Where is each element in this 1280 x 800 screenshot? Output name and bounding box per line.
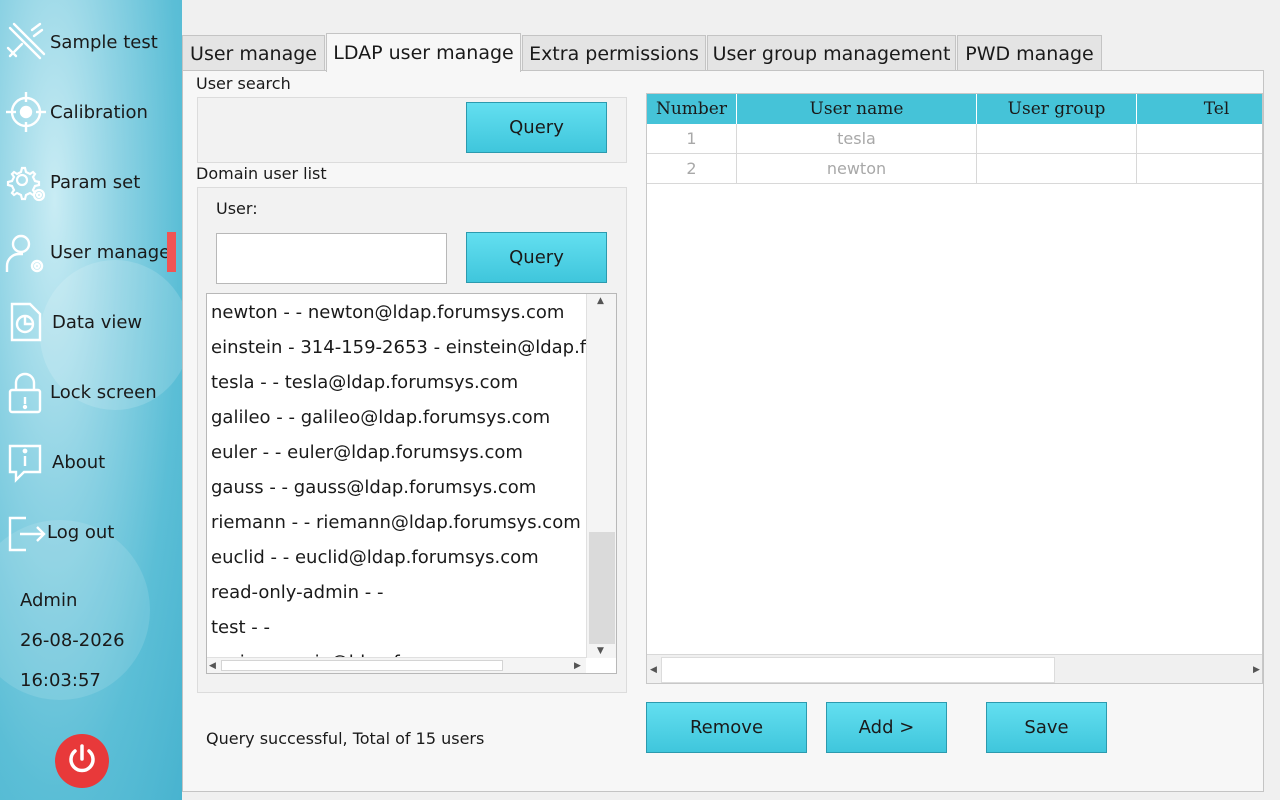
tab-pwd-manage[interactable]: PWD manage — [957, 35, 1102, 71]
crosshair-icon — [4, 90, 48, 134]
user-input[interactable] — [216, 233, 447, 284]
nav-label-param-set: Param set — [50, 171, 141, 193]
table-cell[interactable]: newton — [737, 154, 977, 184]
user-field-label: User: — [216, 199, 258, 218]
search-query-button[interactable]: Query — [466, 102, 607, 153]
table-cell[interactable] — [1137, 154, 1262, 184]
list-item[interactable]: riemann - - riemann@ldap.forumsys.com — [207, 505, 586, 540]
power-button[interactable] — [55, 734, 109, 788]
domain-user-list[interactable]: newton - - newton@ldap.forumsys.com einst… — [206, 293, 617, 674]
column-header-user-group[interactable]: User group — [977, 94, 1137, 124]
table-hscroll-thumb[interactable] — [661, 657, 1055, 683]
domain-user-list-label: Domain user list — [196, 164, 327, 183]
ldap-user-table[interactable]: Number User name User group Tel 1 tesla … — [646, 93, 1263, 684]
tab-extra-permissions[interactable]: Extra permissions — [522, 35, 706, 71]
add-button[interactable]: Add > — [826, 702, 947, 753]
nav-label-data-view: Data view — [52, 311, 143, 333]
table-scroll-left-icon[interactable]: ◀ — [650, 665, 657, 675]
document-chart-icon — [4, 300, 48, 344]
scroll-right-icon[interactable]: ▶ — [574, 661, 581, 671]
sample-test-icon — [4, 20, 48, 64]
column-header-number[interactable]: Number — [647, 94, 737, 124]
nav-item-user-manage[interactable]: User manage — [0, 222, 182, 282]
column-header-tel[interactable]: Tel — [1137, 94, 1262, 124]
nav-item-about[interactable]: About — [0, 432, 182, 492]
list-hscroll-thumb[interactable] — [221, 660, 503, 671]
list-item[interactable]: gauss - - gauss@ldap.forumsys.com — [207, 470, 586, 505]
current-date: 26-08-2026 — [20, 630, 125, 651]
list-item[interactable]: read-only-admin - - — [207, 575, 586, 610]
tab-user-manage[interactable]: User manage — [182, 35, 325, 71]
nav-item-data-view[interactable]: Data view — [0, 292, 182, 352]
scroll-down-icon[interactable]: ▼ — [597, 646, 604, 656]
gear-icon — [4, 160, 48, 204]
table-cell[interactable]: 2 — [647, 154, 737, 184]
scroll-left-icon[interactable]: ◀ — [209, 661, 216, 671]
nav-label-log-out: Log out — [47, 521, 115, 543]
scroll-up-icon[interactable]: ▲ — [597, 296, 604, 306]
remove-button[interactable]: Remove — [646, 702, 807, 753]
user-search-label: User search — [196, 74, 291, 93]
table-cell[interactable] — [977, 154, 1137, 184]
current-time: 16:03:57 — [20, 670, 101, 691]
nav-item-log-out[interactable]: Log out — [0, 502, 182, 562]
list-item[interactable]: galileo - - galileo@ldap.forumsys.com — [207, 400, 586, 435]
sidebar: Sample test Calibration Param set User m… — [0, 0, 182, 800]
active-indicator — [167, 232, 176, 272]
nav-item-param-set[interactable]: Param set — [0, 152, 182, 212]
nav-item-lock-screen[interactable]: Lock screen — [0, 362, 182, 422]
nav-item-sample-test[interactable]: Sample test — [0, 12, 182, 72]
table-horizontal-scrollbar[interactable]: ◀ ▶ — [647, 654, 1262, 683]
nav-item-calibration[interactable]: Calibration — [0, 82, 182, 142]
list-item[interactable]: euclid - - euclid@ldap.forumsys.com — [207, 540, 586, 575]
tab-user-group-management[interactable]: User group management — [707, 35, 956, 71]
list-item[interactable]: newton - - newton@ldap.forumsys.com — [207, 295, 586, 330]
info-icon — [4, 440, 48, 484]
list-item[interactable]: einstein - 314-159-2653 - einstein@ldap.… — [207, 330, 586, 365]
current-user: Admin — [20, 590, 78, 611]
status-message: Query successful, Total of 15 users — [206, 729, 485, 748]
domain-user-list-body: newton - - newton@ldap.forumsys.com einst… — [207, 294, 586, 658]
ldap-panel: User search Query Domain user list User:… — [182, 70, 1264, 792]
list-item[interactable]: test - - — [207, 610, 586, 645]
nav-label-sample-test: Sample test — [50, 31, 158, 53]
main-area: User manage LDAP user manage Extra permi… — [182, 0, 1280, 800]
table-scroll-right-icon[interactable]: ▶ — [1253, 665, 1260, 675]
save-button[interactable]: Save — [986, 702, 1107, 753]
list-horizontal-scrollbar[interactable]: ◀ ▶ — [207, 657, 586, 673]
column-header-user-name[interactable]: User name — [737, 94, 977, 124]
nav-label-calibration: Calibration — [50, 101, 148, 123]
logout-icon — [4, 510, 48, 554]
table-cell[interactable]: 1 — [647, 124, 737, 154]
list-scroll-thumb[interactable] — [589, 532, 615, 644]
list-vertical-scrollbar[interactable]: ▲ ▼ — [586, 294, 616, 658]
tab-ldap-user-manage[interactable]: LDAP user manage — [326, 33, 521, 72]
list-item[interactable]: tesla - - tesla@ldap.forumsys.com — [207, 365, 586, 400]
lock-icon — [4, 370, 48, 414]
list-item[interactable]: euler - - euler@ldap.forumsys.com — [207, 435, 586, 470]
table-cell[interactable]: tesla — [737, 124, 977, 154]
user-gear-icon — [4, 230, 48, 274]
nav-label-lock-screen: Lock screen — [50, 381, 157, 403]
power-icon — [64, 741, 100, 781]
domain-query-button[interactable]: Query — [466, 232, 607, 283]
nav-label-user-manage: User manage — [50, 241, 171, 263]
nav-label-about: About — [52, 451, 106, 473]
table-cell[interactable] — [977, 124, 1137, 154]
table-cell[interactable] — [1137, 124, 1262, 154]
